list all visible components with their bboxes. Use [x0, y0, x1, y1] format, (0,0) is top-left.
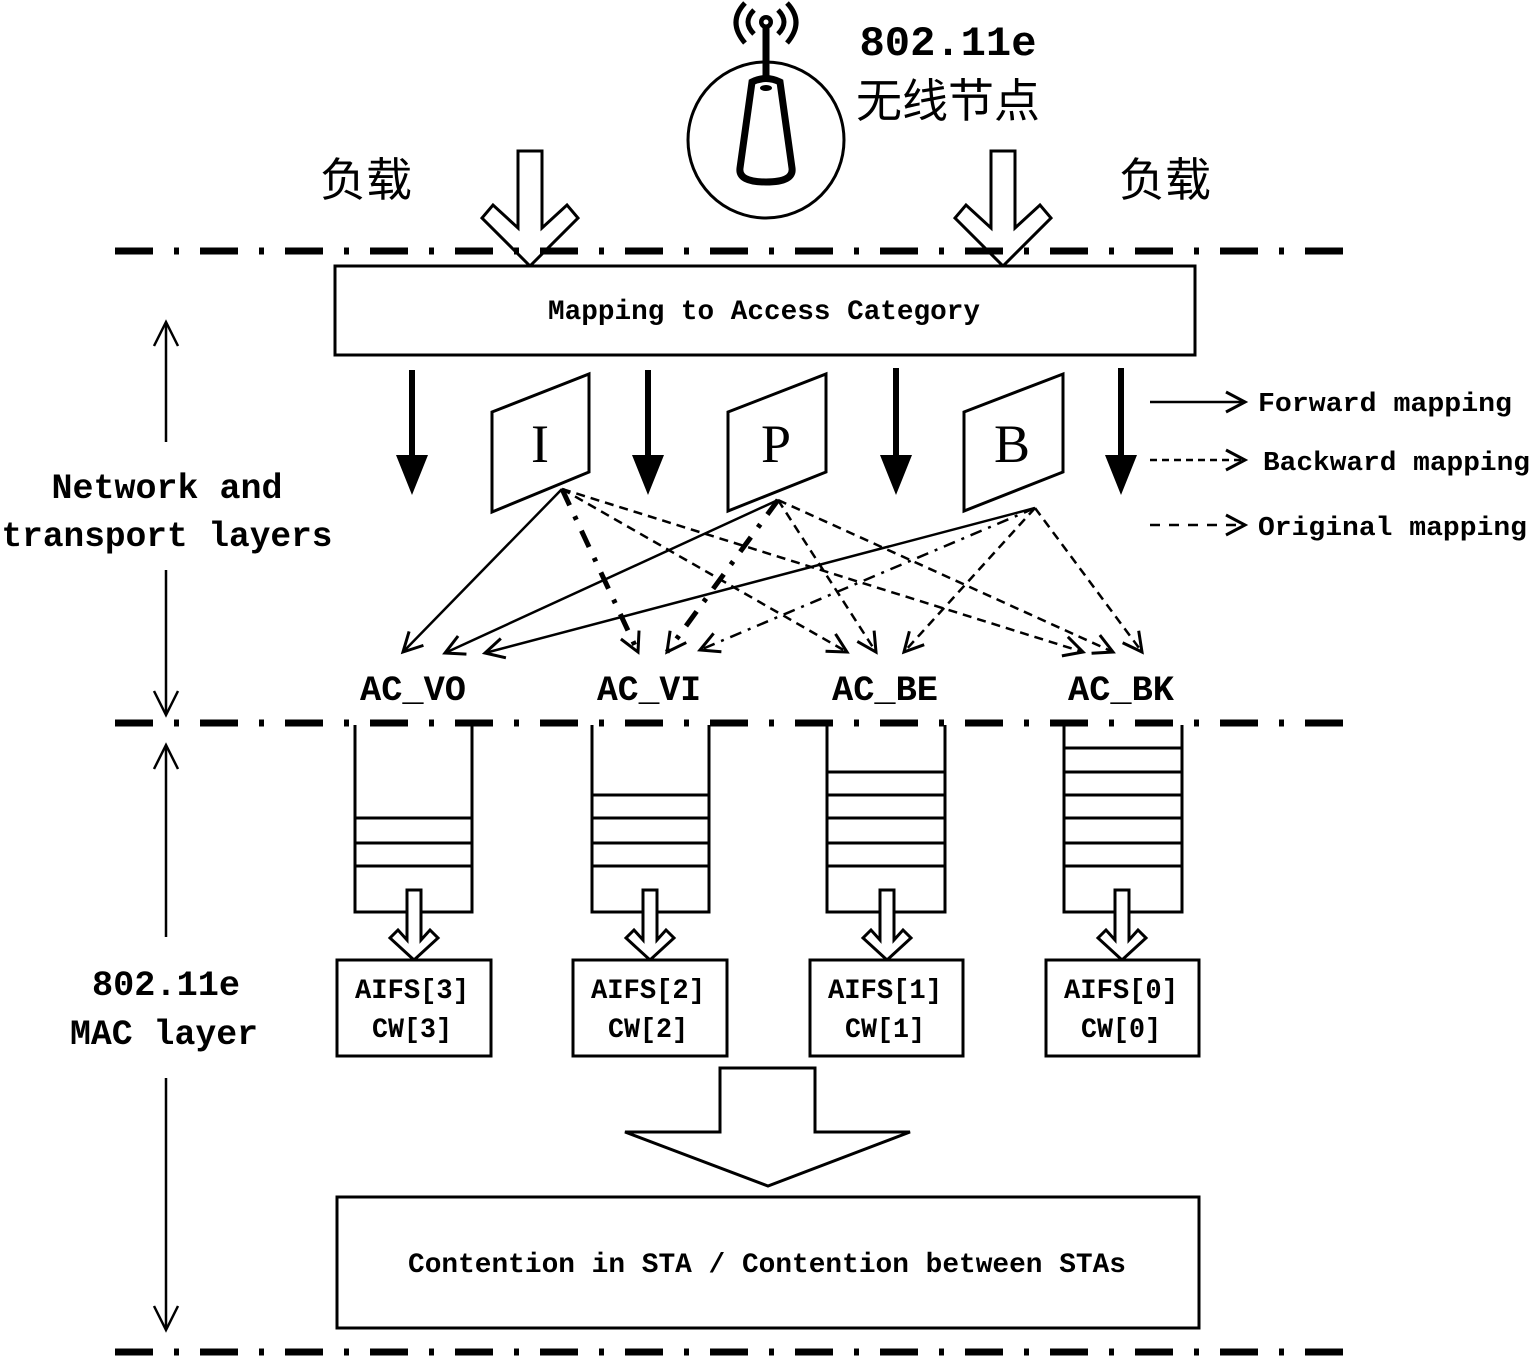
aifs-label: AIFS[3]: [355, 976, 469, 1007]
param-box-be: AIFS[1] CW[1]: [808, 958, 965, 1058]
mapping-line-p-to-ac-vo: [442, 498, 779, 656]
mapping-box-label: Mapping to Access Category: [548, 297, 980, 328]
aifs-label: AIFS[0]: [1064, 976, 1178, 1007]
param-box-vi: AIFS[2] CW[2]: [571, 958, 729, 1058]
load-label-left: 负载: [320, 153, 412, 207]
aifs-label: AIFS[1]: [828, 976, 942, 1007]
ac-feed-arrow: [632, 370, 664, 495]
queue-output-arrow: [860, 888, 914, 963]
mapping-line-i-to-ac-bk: [561, 487, 1087, 658]
node-standard-label: 802.11e: [860, 20, 1037, 68]
ac-queues: [353, 725, 1184, 963]
ac-label-vi: AC_VI: [597, 671, 701, 711]
legend-forward-label: Forward mapping: [1258, 390, 1512, 420]
legend: Forward mapping Backward mapping Origina…: [1150, 390, 1530, 544]
contention-box-label: Contention in STA / Contention between S…: [408, 1250, 1126, 1281]
queue-ac-vo: [353, 725, 474, 963]
lower-layer-label-line1: 802.11e: [92, 966, 240, 1006]
lower-layer-label-line2: MAC layer: [70, 1015, 258, 1055]
mapping-line-i-to-ac-vo: [400, 488, 563, 655]
frame-p-label: P: [761, 414, 791, 474]
frame-i: I: [490, 371, 591, 515]
queue-ac-vi: [590, 725, 711, 963]
wireless-antenna-icon: [686, 1, 846, 220]
cw-label: CW[3]: [372, 1015, 452, 1046]
ac-feed-arrow: [396, 370, 428, 495]
param-box-vo: AIFS[3] CW[3]: [335, 958, 493, 1058]
legend-original-label: Original mapping: [1258, 514, 1527, 544]
mapping-line-b-to-ac-vo: [481, 506, 1036, 660]
queue-output-arrow: [1095, 888, 1149, 963]
queue-output-arrow: [387, 888, 441, 963]
legend-backward-label: Backward mapping: [1263, 449, 1530, 479]
ac-label-be: AC_BE: [832, 671, 938, 711]
cw-label: CW[1]: [845, 1015, 925, 1046]
cw-label: CW[2]: [608, 1015, 688, 1046]
mapping-line-b-to-ac-bk: [1033, 507, 1144, 655]
ac-feed-arrow: [1105, 368, 1137, 495]
param-box-bk: AIFS[0] CW[0]: [1044, 958, 1201, 1058]
frame-i-label: I: [531, 414, 549, 474]
aifs-label: AIFS[2]: [591, 976, 705, 1007]
frame-b: B: [962, 371, 1065, 514]
mapping-line-b-to-ac-be: [901, 507, 1036, 655]
queue-ac-be: [825, 725, 947, 963]
mapping-lines: [400, 487, 1144, 660]
mapping-line-b-to-ac-vi: [697, 506, 1036, 654]
upper-layer-label-line1: Network and: [52, 469, 283, 509]
ac-label-vo: AC_VO: [360, 671, 466, 711]
node-title-label: 无线节点: [856, 74, 1040, 128]
merge-arrow: [624, 1066, 911, 1188]
cw-label: CW[0]: [1081, 1015, 1161, 1046]
ac-feed-arrow: [880, 368, 912, 495]
load-label-right: 负载: [1119, 153, 1211, 207]
mapping-line-p-to-ac-vi: [664, 498, 781, 655]
mapping-line-p-to-ac-be: [776, 499, 878, 655]
queue-output-arrow: [623, 888, 677, 963]
upper-layer-label-line2: transport layers: [2, 517, 333, 557]
edca-mapping-diagram: 802.11e 无线节点 负载 负载 Mapping to Access Cat…: [2, 1, 1530, 1356]
frame-b-label: B: [994, 414, 1030, 474]
ac-label-bk: AC_BK: [1068, 671, 1174, 711]
queue-ac-bk: [1062, 725, 1184, 963]
mapping-line-i-to-ac-be: [561, 487, 850, 654]
frame-p: P: [726, 371, 828, 514]
